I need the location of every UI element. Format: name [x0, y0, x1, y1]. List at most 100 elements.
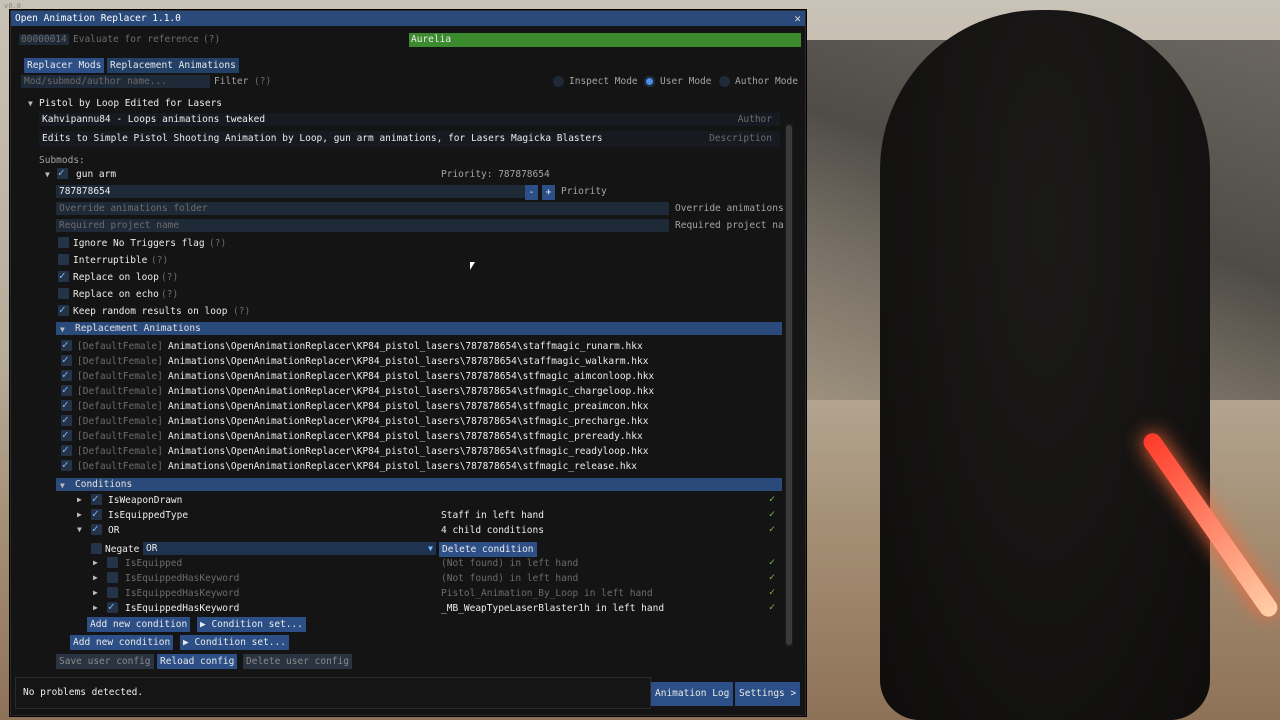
scrollbar-thumb[interactable]	[786, 125, 792, 645]
condition-checkbox[interactable]	[91, 507, 102, 520]
mod-name[interactable]: Pistol by Loop Edited for Lasers	[39, 98, 222, 109]
condition-name[interactable]: IsWeaponDrawn	[108, 495, 182, 506]
animation-tag: [DefaultFemale]	[77, 431, 163, 442]
priority-decrease-button[interactable]: -	[525, 185, 538, 200]
conditions-title: Conditions	[75, 479, 133, 490]
child-condition-checkbox[interactable]	[107, 572, 118, 583]
help-icon[interactable]: (?)	[209, 238, 226, 249]
expand-arrow-icon[interactable]: ▶	[93, 588, 98, 597]
child-condition-name[interactable]: IsEquippedHasKeyword	[125, 573, 239, 584]
replace-on-echo-checkbox[interactable]	[58, 288, 69, 299]
collapse-arrow-icon: ▼	[60, 481, 65, 490]
animation-checkbox[interactable]	[61, 458, 72, 471]
animation-path: Animations\OpenAnimationReplacer\KP84_pi…	[168, 431, 643, 442]
interruptible-checkbox[interactable]	[58, 254, 69, 265]
priority-input[interactable]: 787878654	[56, 185, 525, 198]
replace-on-loop-checkbox[interactable]	[58, 269, 69, 282]
help-icon[interactable]: (?)	[233, 306, 250, 317]
scrollbar[interactable]	[785, 123, 793, 647]
filter-input[interactable]: Mod/submod/author name...	[21, 75, 210, 88]
child-condition-checkbox[interactable]	[107, 557, 118, 568]
override-folder-label: Override animations	[675, 203, 783, 214]
ref-target[interactable]: Aurelia	[409, 33, 801, 47]
delete-condition-button[interactable]: Delete condition	[439, 542, 537, 557]
override-folder-input[interactable]: Override animations folder	[56, 202, 669, 215]
priority-increase-button[interactable]: +	[542, 185, 555, 200]
help-icon[interactable]: (?)	[151, 255, 168, 266]
condition-name[interactable]: OR	[108, 525, 119, 536]
child-condition-name[interactable]: IsEquippedHasKeyword	[125, 603, 239, 614]
animation-checkbox[interactable]	[61, 398, 72, 411]
user-mode-radio[interactable]	[644, 76, 655, 87]
animation-path: Animations\OpenAnimationReplacer\KP84_pi…	[168, 416, 649, 427]
expand-arrow-icon[interactable]: ▶	[93, 573, 98, 582]
condition-checkbox[interactable]	[91, 492, 102, 505]
title-bar[interactable]: Open Animation Replacer 1.1.0 ✕	[11, 11, 805, 26]
inspect-mode-radio[interactable]	[553, 76, 564, 87]
oar-window: Open Animation Replacer 1.1.0 ✕ 00000014…	[10, 10, 806, 716]
conditions-header[interactable]: ▼ Conditions	[56, 478, 782, 491]
project-name-input[interactable]: Required project name	[56, 219, 669, 232]
add-condition-button[interactable]: Add new condition	[70, 635, 174, 650]
help-icon[interactable]: (?)	[254, 76, 271, 87]
animation-checkbox[interactable]	[61, 338, 72, 351]
keep-random-results-checkbox[interactable]	[58, 303, 69, 316]
condition-value: Staff in left hand	[441, 510, 544, 521]
negate-label: Negate	[105, 544, 140, 555]
collapse-arrow-icon[interactable]: ▼	[77, 525, 82, 534]
child-condition-name[interactable]: IsEquippedHasKeyword	[125, 588, 239, 599]
animation-log-button[interactable]: Animation Log	[651, 682, 734, 706]
ref-id[interactable]: 00000014	[19, 34, 69, 45]
animation-path: Animations\OpenAnimationReplacer\KP84_pi…	[168, 341, 643, 352]
child-condition-checkbox[interactable]	[107, 600, 118, 613]
child-condition-value: (Not found) in left hand	[441, 558, 579, 569]
help-icon[interactable]: (?)	[161, 289, 178, 300]
child-condition-set-button[interactable]: ▶ Condition set...	[197, 617, 306, 632]
option-label: Replace on loop	[73, 272, 159, 283]
condition-name[interactable]: IsEquippedType	[108, 510, 188, 521]
user-mode-label[interactable]: User Mode	[660, 76, 711, 87]
add-child-condition-button[interactable]: Add new condition	[87, 617, 191, 632]
help-icon[interactable]: (?)	[203, 34, 220, 45]
replacement-animations-header[interactable]: ▼ Replacement Animations	[56, 322, 782, 335]
author-mode-label[interactable]: Author Mode	[735, 76, 798, 87]
window-title: Open Animation Replacer 1.1.0	[15, 13, 181, 24]
mouse-cursor	[470, 262, 475, 270]
submod-checkbox[interactable]	[57, 166, 68, 179]
author-mode-radio[interactable]	[719, 76, 730, 87]
animation-tag: [DefaultFemale]	[77, 416, 163, 427]
delete-user-config-button[interactable]: Delete user config	[243, 654, 352, 669]
expand-arrow-icon[interactable]: ▶	[77, 495, 82, 504]
animation-checkbox[interactable]	[61, 413, 72, 426]
animation-checkbox[interactable]	[61, 428, 72, 441]
settings-button[interactable]: Settings >	[735, 682, 801, 706]
animation-checkbox[interactable]	[61, 383, 72, 396]
ignore-no-triggers-checkbox[interactable]	[58, 237, 69, 248]
condition-checkbox[interactable]	[91, 522, 102, 535]
child-condition-value: (Not found) in left hand	[441, 573, 579, 584]
expand-arrow-icon[interactable]: ▶	[93, 558, 98, 567]
animation-checkbox[interactable]	[61, 443, 72, 456]
negate-checkbox[interactable]	[91, 543, 102, 554]
expand-arrow-icon[interactable]: ▶	[93, 603, 98, 612]
tab-replacer-mods[interactable]: Replacer Mods	[24, 58, 105, 73]
condition-set-button[interactable]: ▶ Condition set...	[180, 635, 289, 650]
animation-checkbox[interactable]	[61, 353, 72, 366]
save-user-config-button[interactable]: Save user config	[56, 654, 154, 669]
animation-path: Animations\OpenAnimationReplacer\KP84_pi…	[168, 371, 655, 382]
collapse-arrow-icon[interactable]: ▼	[28, 99, 33, 108]
expand-arrow-icon[interactable]: ▶	[77, 510, 82, 519]
inspect-mode-label[interactable]: Inspect Mode	[569, 76, 638, 87]
child-condition-name[interactable]: IsEquipped	[125, 558, 182, 569]
tab-replacement-animations[interactable]: Replacement Animations	[107, 58, 239, 73]
child-condition-checkbox[interactable]	[107, 587, 118, 598]
submod-priority-text: Priority: 787878654	[441, 169, 550, 180]
help-icon[interactable]: (?)	[161, 272, 178, 283]
close-icon[interactable]: ✕	[794, 12, 801, 25]
author-label: Author	[737, 114, 772, 125]
condition-type-select[interactable]: OR ▼	[143, 542, 436, 555]
submod-name[interactable]: gun arm	[76, 169, 116, 180]
reload-config-button[interactable]: Reload config	[157, 654, 238, 669]
collapse-arrow-icon[interactable]: ▼	[45, 170, 50, 179]
animation-checkbox[interactable]	[61, 368, 72, 381]
